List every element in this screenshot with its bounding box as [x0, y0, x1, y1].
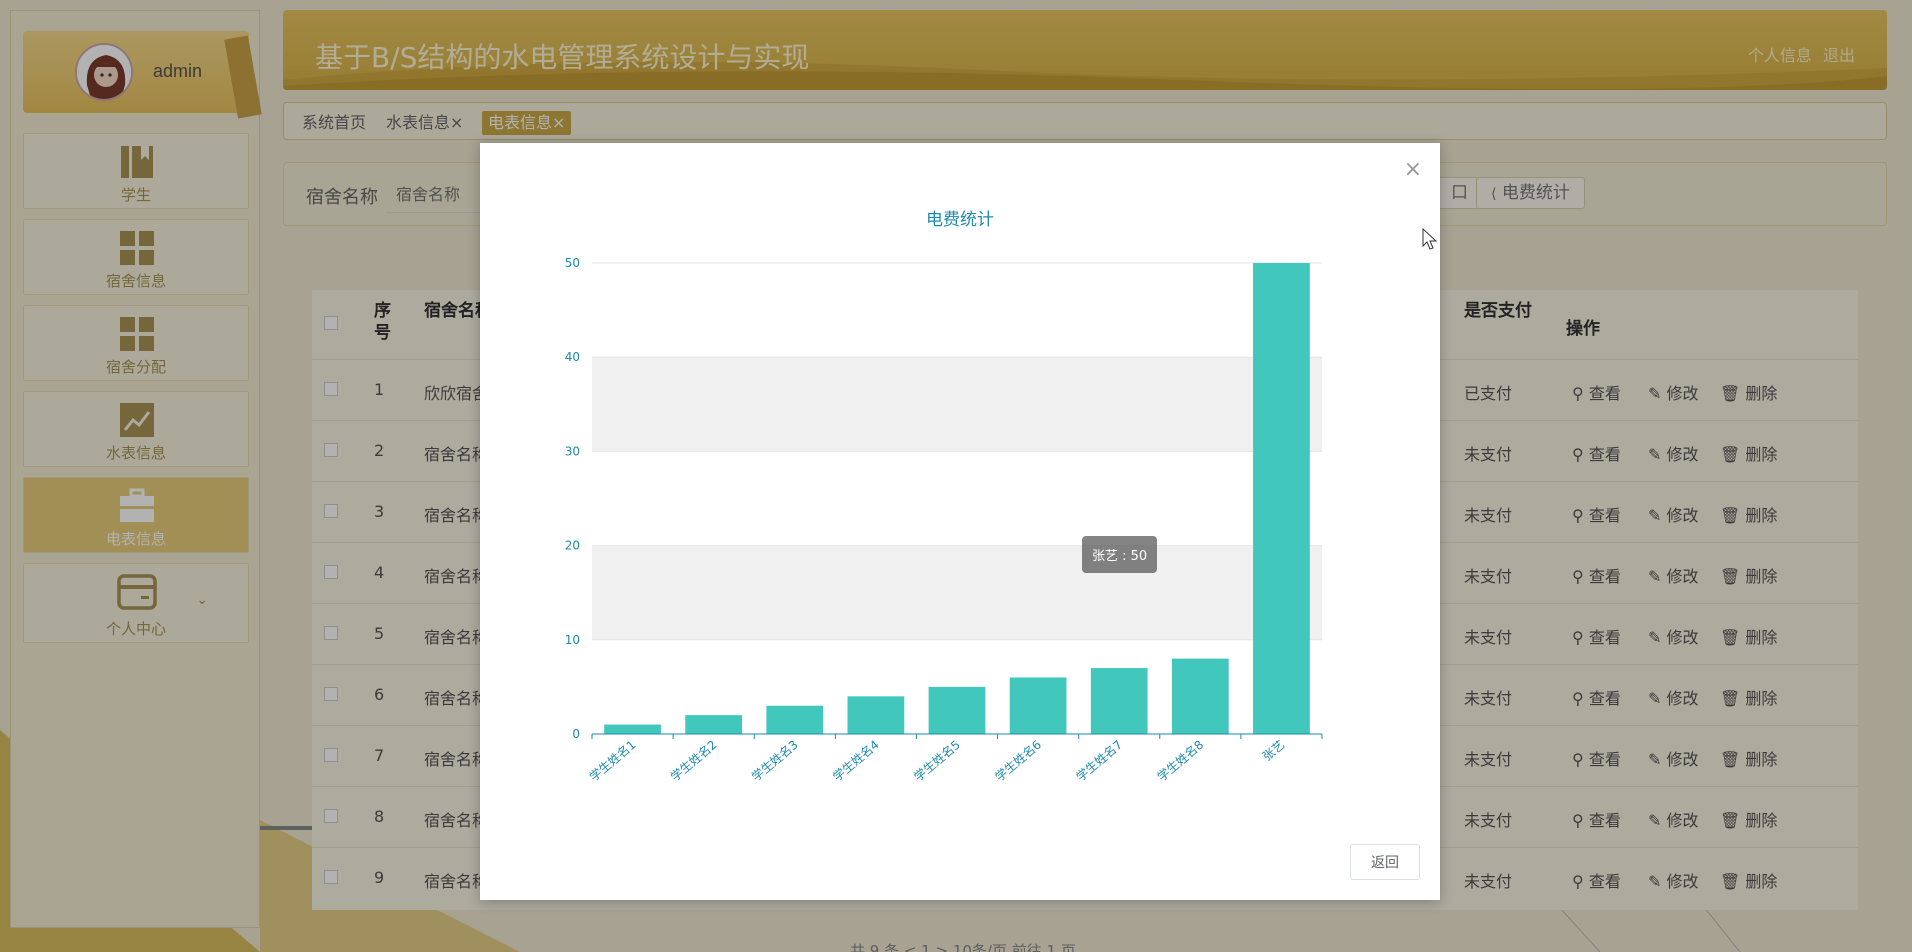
- chart-tooltip: 张艺 : 50: [1082, 536, 1158, 573]
- x-tick-label: 学生姓名5: [911, 737, 963, 784]
- y-tick-label: 0: [572, 727, 580, 741]
- bar-chart: 0 10 20 30 40 50 学生姓名1 学生姓名2 学生姓名3 学生姓名4 学生姓名5 学生姓名…: [565, 256, 1323, 784]
- y-tick-label: 50: [565, 256, 580, 270]
- grid-band: [592, 357, 1322, 452]
- x-tick-label: 学生姓名1: [586, 737, 638, 784]
- grid-band: [592, 545, 1322, 640]
- x-tick-label: 学生姓名8: [1154, 737, 1206, 784]
- bar-4: [847, 696, 905, 734]
- x-tick-label: 学生姓名7: [1073, 737, 1125, 784]
- y-tick-label: 10: [565, 633, 580, 647]
- x-tick-label: 学生姓名6: [992, 737, 1044, 784]
- y-tick-label: 20: [565, 539, 580, 553]
- bar-8: [1171, 658, 1229, 734]
- y-tick-label: 30: [565, 444, 580, 458]
- bar-9: [1253, 263, 1310, 734]
- bar-2: [685, 715, 743, 734]
- stats-dialog: × 电费统计 0 10 20 30 40 50 学生姓名1 学生姓名2 学生姓名3 学生姓名4 学生…: [480, 143, 1440, 900]
- x-tick-label: 学生姓名4: [830, 737, 882, 784]
- bar-1: [604, 724, 661, 734]
- mouse-cursor-icon: [1422, 228, 1438, 250]
- bar-5: [928, 686, 986, 734]
- grid-band: [592, 263, 1322, 358]
- x-tick-label: 学生姓名3: [748, 737, 800, 784]
- bar-3: [766, 705, 824, 734]
- y-tick-label: 40: [565, 350, 580, 364]
- back-button[interactable]: 返回: [1350, 844, 1420, 880]
- bar-7: [1090, 668, 1148, 734]
- x-tick-label: 张艺: [1260, 738, 1287, 764]
- x-tick-label: 学生姓名2: [667, 737, 719, 784]
- grid-band: [592, 451, 1322, 546]
- bar-6: [1009, 677, 1067, 734]
